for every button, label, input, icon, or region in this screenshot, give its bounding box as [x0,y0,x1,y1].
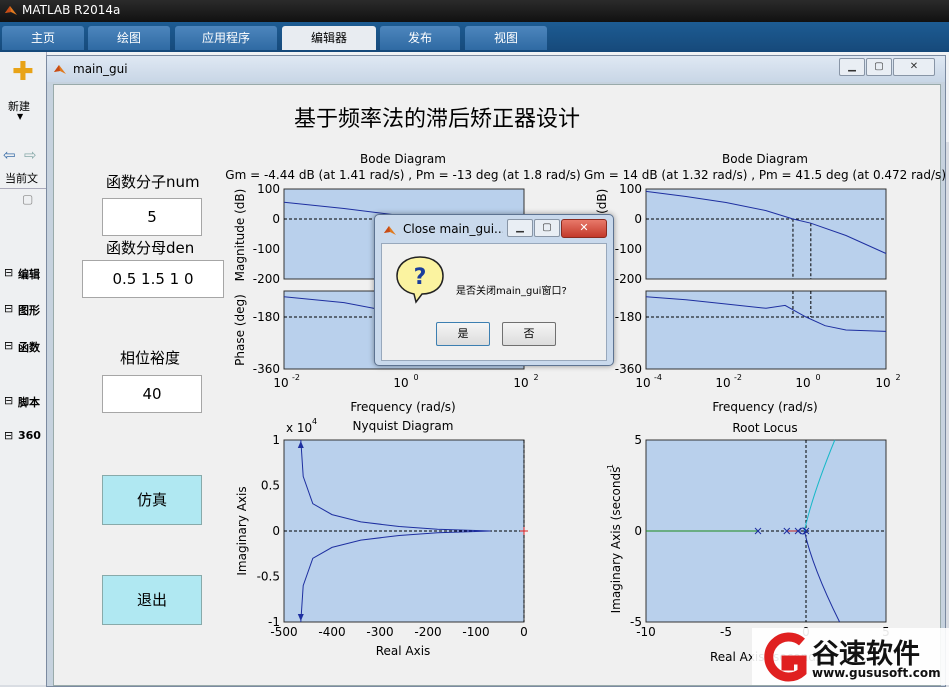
rootlocus-y-tick: 5 [634,433,642,447]
bode2-mag-tick: -100 [615,242,642,256]
rootlocus-x-tick: -5 [720,625,732,639]
rootlocus-y-tick: 0 [634,524,642,538]
bode1-mag-tick: -200 [253,272,280,286]
bode2-x-tick: 10 [715,376,730,390]
nyquist-x-tick: -100 [462,625,489,639]
nyquist-y-tick: 1 [272,433,280,447]
nyquist-y-tick: -1 [268,615,280,629]
no-button[interactable]: 否 [502,322,556,346]
yes-button[interactable]: 是 [436,322,490,346]
bode2-mag-tick: -200 [615,272,642,286]
rootlocus-ylabel-exp: -1 [606,464,615,472]
dialog-close-button[interactable]: ✕ [561,219,607,238]
nyquist-y-tick: 0 [272,524,280,538]
bode1-x-tick-exp: 0 [413,373,418,382]
rootlocus-y-tick: -5 [630,615,642,629]
dialog-title: Close main_gui... [403,222,503,236]
watermark: 谷速软件 www.gususoft.com [752,628,949,685]
rootlocus-title: Root Locus [732,421,797,435]
bode2-x-tick-exp: 2 [895,373,900,382]
bode1-subtitle: Gm = -4.44 dB (at 1.41 rad/s) , Pm = -13… [225,168,580,182]
dialog-maximize-button[interactable]: ▢ [534,219,560,237]
bode1-mag-tick: 0 [272,212,280,226]
bode1-phase-ylabel: Phase (deg) [233,294,247,366]
nyquist-y-multiplier-exp: 4 [312,417,317,426]
bode2-subtitle: Gm = 14 dB (at 1.32 rad/s) , Pm = 41.5 d… [584,168,946,182]
minimize-icon: ▁ [516,222,524,233]
bode2-title: Bode Diagram [722,152,808,166]
svg-text:?: ? [414,265,427,290]
bode2-x-tick-exp: 0 [815,373,820,382]
bode1-mag-tick: -100 [253,242,280,256]
nyquist-ylabel: Imaginary Axis [235,486,249,575]
watermark-url: www.gususoft.com [812,666,941,680]
gusu-logo-icon [764,632,807,682]
matlab-logo-icon [384,226,396,235]
bode2-x-tick-exp: -2 [734,373,742,382]
nyquist-x-tick: 0 [520,625,528,639]
bode2-x-tick: 10 [795,376,810,390]
maximize-icon: ▢ [542,222,552,233]
bode1-mag-ylabel: Magnitude (dB) [233,189,247,282]
nyquist-y-tick: -0.5 [257,570,280,584]
dialog-body: ? 是否关闭main_gui窗口? 是 否 [381,243,607,361]
dialog-minimize-button[interactable]: ▁ [507,219,533,237]
bode2-mag-axes [645,188,887,280]
bode2-x-tick: 10 [635,376,650,390]
bode2-phase-tick: -360 [615,362,642,376]
bode1-x-tick-exp: 2 [533,373,538,382]
bode1-xlabel: Frequency (rad/s) [350,400,455,414]
nyquist-x-tick: -200 [414,625,441,639]
bode1-title: Bode Diagram [360,152,446,166]
dialog-message: 是否关闭main_gui窗口? [456,286,567,297]
nyquist-title: Nyquist Diagram [353,419,454,433]
bode1-x-tick: 10 [513,376,528,390]
bode1-phase-tick: -180 [253,310,280,324]
bode1-x-tick: 10 [393,376,408,390]
nyquist-y-tick: 0.5 [261,479,280,493]
bode2-mag-tick: 0 [634,212,642,226]
rootlocus-ylabel: Imaginary Axis (seconds [609,467,623,614]
nyquist-x-tick: -400 [318,625,345,639]
bode1-phase-tick: -360 [253,362,280,376]
bode2-phase-tick: -180 [615,310,642,324]
bode1-x-tick-exp: -2 [292,373,300,382]
bode2-x-tick-exp: -4 [654,373,662,382]
bode1-mag-tick: 100 [257,182,280,196]
nyquist-x-tick: -300 [366,625,393,639]
question-icon: ? [396,256,444,304]
close-confirm-dialog: Close main_gui... ▁ ▢ ✕ ? 是否关闭main_gui窗口… [374,214,614,366]
nyquist-y-multiplier: x 10 [286,421,312,435]
bode2-xlabel: Frequency (rad/s) [712,400,817,414]
nyquist-xlabel: Real Axis [376,644,431,658]
bode2-mag-tick: 100 [619,182,642,196]
close-icon: ✕ [579,221,589,234]
bode2-x-tick: 10 [875,376,890,390]
bode1-x-tick: 10 [273,376,288,390]
